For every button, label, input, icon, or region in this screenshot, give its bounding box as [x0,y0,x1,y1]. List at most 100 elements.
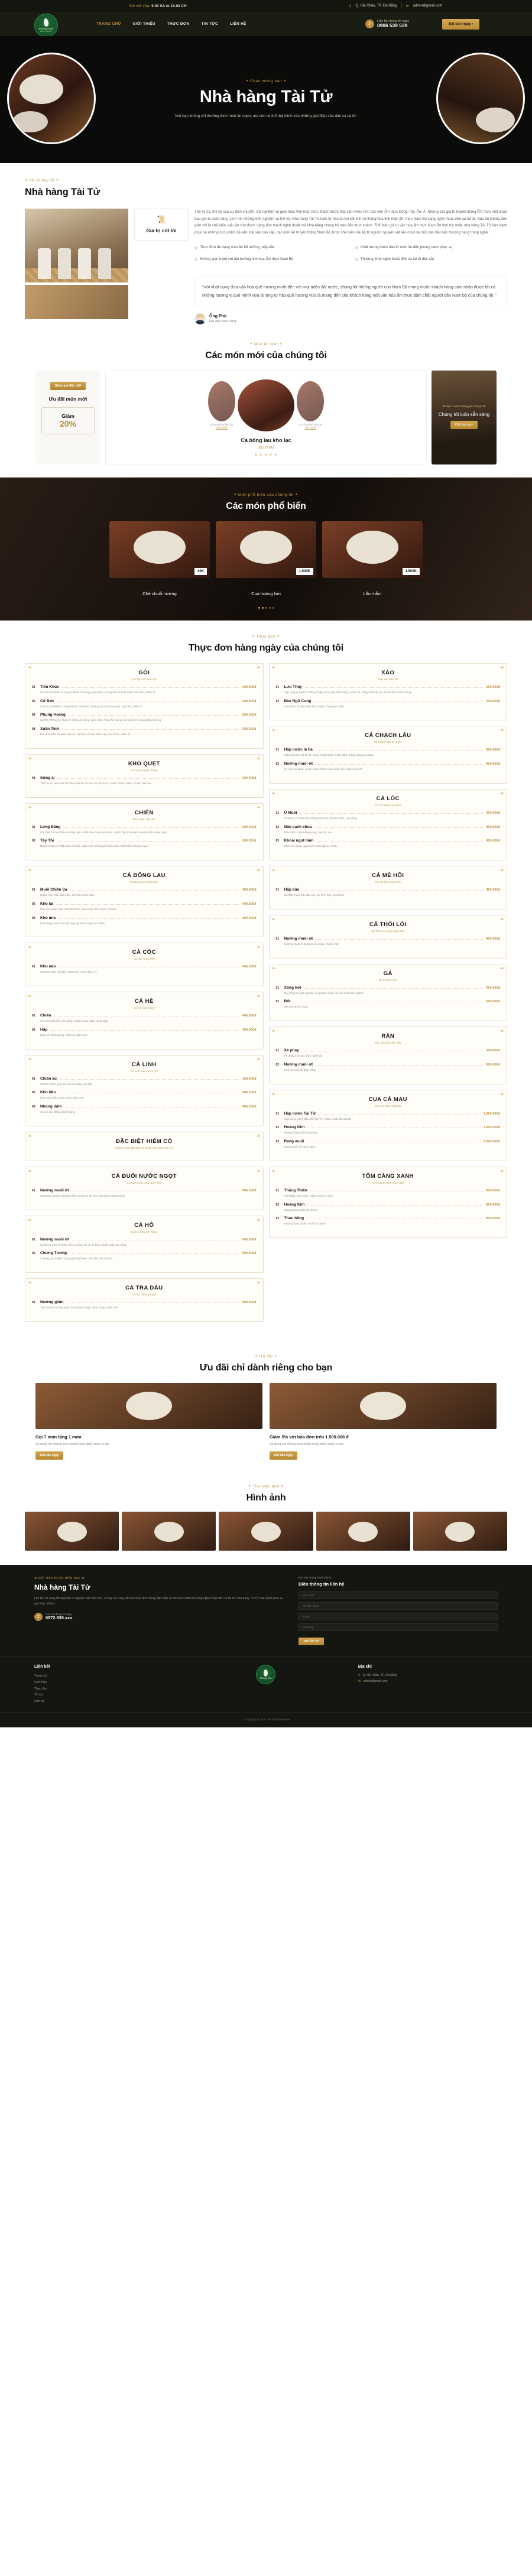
nav-phone[interactable]: ✆ Liên hệ chúng tôi ngay 0906 539 539 [365,20,409,28]
menu-item-number: 02 [32,1028,35,1032]
daily-menu-section: ❖ Thực đơn ❖ Thực đơn hàng ngày của chún… [0,620,532,1343]
menu-category-title: CUA CÀ MAU [368,1096,407,1103]
gallery-image[interactable] [316,1512,410,1551]
rating-stars: ★ ★ ★ ★ ★ [254,453,278,457]
cta-book-button[interactable]: Đặt bàn ngay [450,421,478,430]
menu-category-subtitle: Kho quẹt truyền thống [131,768,158,772]
footer-link[interactable]: Liên hệ [34,1698,174,1705]
dish-thumbnail-right[interactable] [297,381,324,422]
menu-item-name: Hoàng Kim [284,1202,305,1207]
menu-item: 01 Tiểu Khúc 200.000đ Cá Sặc tự nhiên ở rừn… [32,685,257,695]
site-logo[interactable]: Phương Nam RESTAURANT [34,14,58,37]
phone-field[interactable]: Số điện thoại [299,1602,498,1610]
menu-item-price: 200.000đ [242,713,257,717]
menu-item-price: 800.000đ [486,1203,500,1207]
core-value-card: 📜 Giá trị cốt lõi [134,209,189,241]
carousel-dot[interactable] [268,606,271,609]
menu-title: Thực đơn hàng ngày của chúng tôi [189,642,343,653]
menu-item-name: Nướng muối ớt [284,936,313,941]
list-item[interactable]: 1.000K Cua hoàng kim [216,521,316,596]
menu-item-desc: Cá Thát Lát tự nhiên ở sông Hậu, chiên ă… [40,830,167,834]
menu-item-name: Khoai ngọt hầm [284,839,314,843]
carousel-dot[interactable] [261,606,264,609]
check-icon: ⊘ [194,245,198,250]
nav-item-home[interactable]: TRANG CHỦ [96,22,121,26]
offer-book-button[interactable]: Đặt bàn ngay [270,1451,298,1460]
nav-item-about[interactable]: GIỚI THIỆU [133,22,155,26]
menu-item-price: 200.000đ [242,776,257,780]
menu-category-title: TÔM CÀNG XANH [362,1172,414,1180]
footer-link[interactable]: Tin tức [34,1692,174,1698]
menu-item-name: Tây Thi [40,839,54,843]
menu-category-card: CÁ BÔNG LAU Cá Bông Lau sông Hậu 01 Muối Ch… [25,866,264,938]
footer-link[interactable]: Thực đơn [34,1686,174,1693]
menu-category-subtitle: Cá Lóc đồng tự nhiên [375,803,401,807]
address-line: ✉ admin@gmail.com [358,1679,498,1685]
gallery-image[interactable] [25,1512,119,1551]
menu-item: 02 Nướng muối ớt 500.000đ Nướng muối ớt tha… [276,1063,501,1073]
menu-item-desc: Cá được ướp kỹ thêm liệu, nướng với vỉ, … [40,1243,126,1246]
menu-item-number: 01 [32,1014,35,1018]
menu-item: 01 Hấp nước lá tía 800.000đ Hấp với nước lá… [276,748,501,758]
message-field[interactable]: Nội dung [299,1623,498,1632]
menu-item-name: Chiên [40,1013,51,1018]
menu-item-desc: Thịt cá tươi nướng giấm ăn với rau sống,… [40,1306,118,1310]
menu-item-number: 01 [275,888,280,892]
menu-item-name: Kho nào [40,964,56,969]
carousel-dots[interactable] [0,606,532,609]
offer-card: Gọi 7 món tặng 1 món Áp dụng với những m… [35,1382,262,1460]
gallery-image[interactable] [122,1512,216,1551]
nav-item-contact[interactable]: LIÊN HỆ [230,22,246,26]
offer-book-button[interactable]: Đặt bàn ngay [35,1451,64,1460]
menu-item: 02 Kho lạt 400.000đ Kho với nước nắm nhỏ lử… [32,902,257,912]
about-eyebrow: ❖ Về chúng tôi ❖ [25,178,59,183]
email-field[interactable]: Email [299,1613,498,1621]
menu-item-name: Nấu canh chua [284,824,312,829]
top-bar-email[interactable]: admin@gmail.com [413,4,443,8]
avatar [194,313,206,324]
menu-item-name: Kho mía [40,915,56,920]
quote-author: Ông Phú Đại diện nhà hàng [194,313,507,324]
phone-icon: ✆ [365,19,374,28]
footer-logo[interactable]: Phương Nam [189,1665,343,1685]
footer-link[interactable]: Giới thiệu [34,1680,174,1686]
main-navbar: Phương Nam RESTAURANT TRANG CHỦ GIỚI THI… [0,12,532,37]
name-field[interactable]: Họ và tên [299,1591,498,1600]
menu-category-subtitle: Cá Mè Hôi sông Tiền [375,881,401,884]
dish-thumbnail-left[interactable] [208,381,235,422]
footer-phone[interactable]: ✆ Liên hệ chúng tôi ngay 0972.939.xxx [34,1612,283,1621]
footer-link[interactable]: Trang chủ [34,1673,174,1680]
nav-item-news[interactable]: TIN TỨC [202,22,218,26]
offers-eyebrow: ❖ Ưu đãi ❖ [255,1354,277,1359]
price-badge: 1.500K [402,567,420,575]
menu-item-desc: Ăn với rau đồng, bánh tráng [40,1110,75,1114]
featured-dish-card[interactable]: Cá bống lau kho lạc 350.000đ Cá bống lau … [105,370,427,464]
menu-item-name: Kho lạt [40,901,54,906]
menu-item-number: 02 [275,1203,280,1207]
menu-item-desc: Tép rong tự nhiên ở đồng Tháp, xào cùng … [284,690,411,694]
popular-dishes-section: ❖ Món phổ biến của chúng tôi ❖ Các món p… [0,477,532,621]
menu-item-price: 400.000đ [242,916,257,920]
gallery-image[interactable] [219,1512,313,1551]
list-item[interactable]: 30K Chè chuối nướng [109,521,210,596]
menu-category-card: CÁ MÈ HÔI Cá Mè Hôi sông Tiền 01 Hấp bầu 400… [268,866,507,909]
menu-item-number: 02 [275,699,280,703]
address-line: ⚲ Q. Hải Châu, TP. Đà Nẵng [358,1673,498,1679]
carousel-dot[interactable] [272,606,274,609]
book-table-button[interactable]: Đặt bàn ngay › [442,18,480,30]
list-item[interactable]: 1.500K Lẩu mắm [322,521,423,596]
nav-item-menu[interactable]: THỰC ĐƠN [167,22,190,26]
menu-item-number: 01 [275,748,280,752]
newdish-eyebrow: ❖ Món ăn mới ❖ [249,342,283,346]
menu-item-number: 02 [275,762,280,766]
menu-item-desc: Hầm với khoai ngọt thơm ngọt dịu tự nhiê… [284,844,337,848]
menu-item-name: Phụng Hoàng [40,713,66,717]
carousel-dot[interactable] [258,606,260,609]
dot-leader [300,813,484,814]
menu-item-number: 01 [32,1077,35,1081]
gallery-image[interactable] [413,1512,508,1551]
carousel-dot[interactable] [265,606,267,609]
send-contact-button[interactable]: Gửi liên hệ [299,1638,325,1646]
menu-item-desc: Rang trứng muối vàng óng [284,1131,317,1135]
menu-category-card: TÔM CÀNG XANHTôm Càng Xanh sông Hậu 01 Thắ… [268,1166,507,1239]
